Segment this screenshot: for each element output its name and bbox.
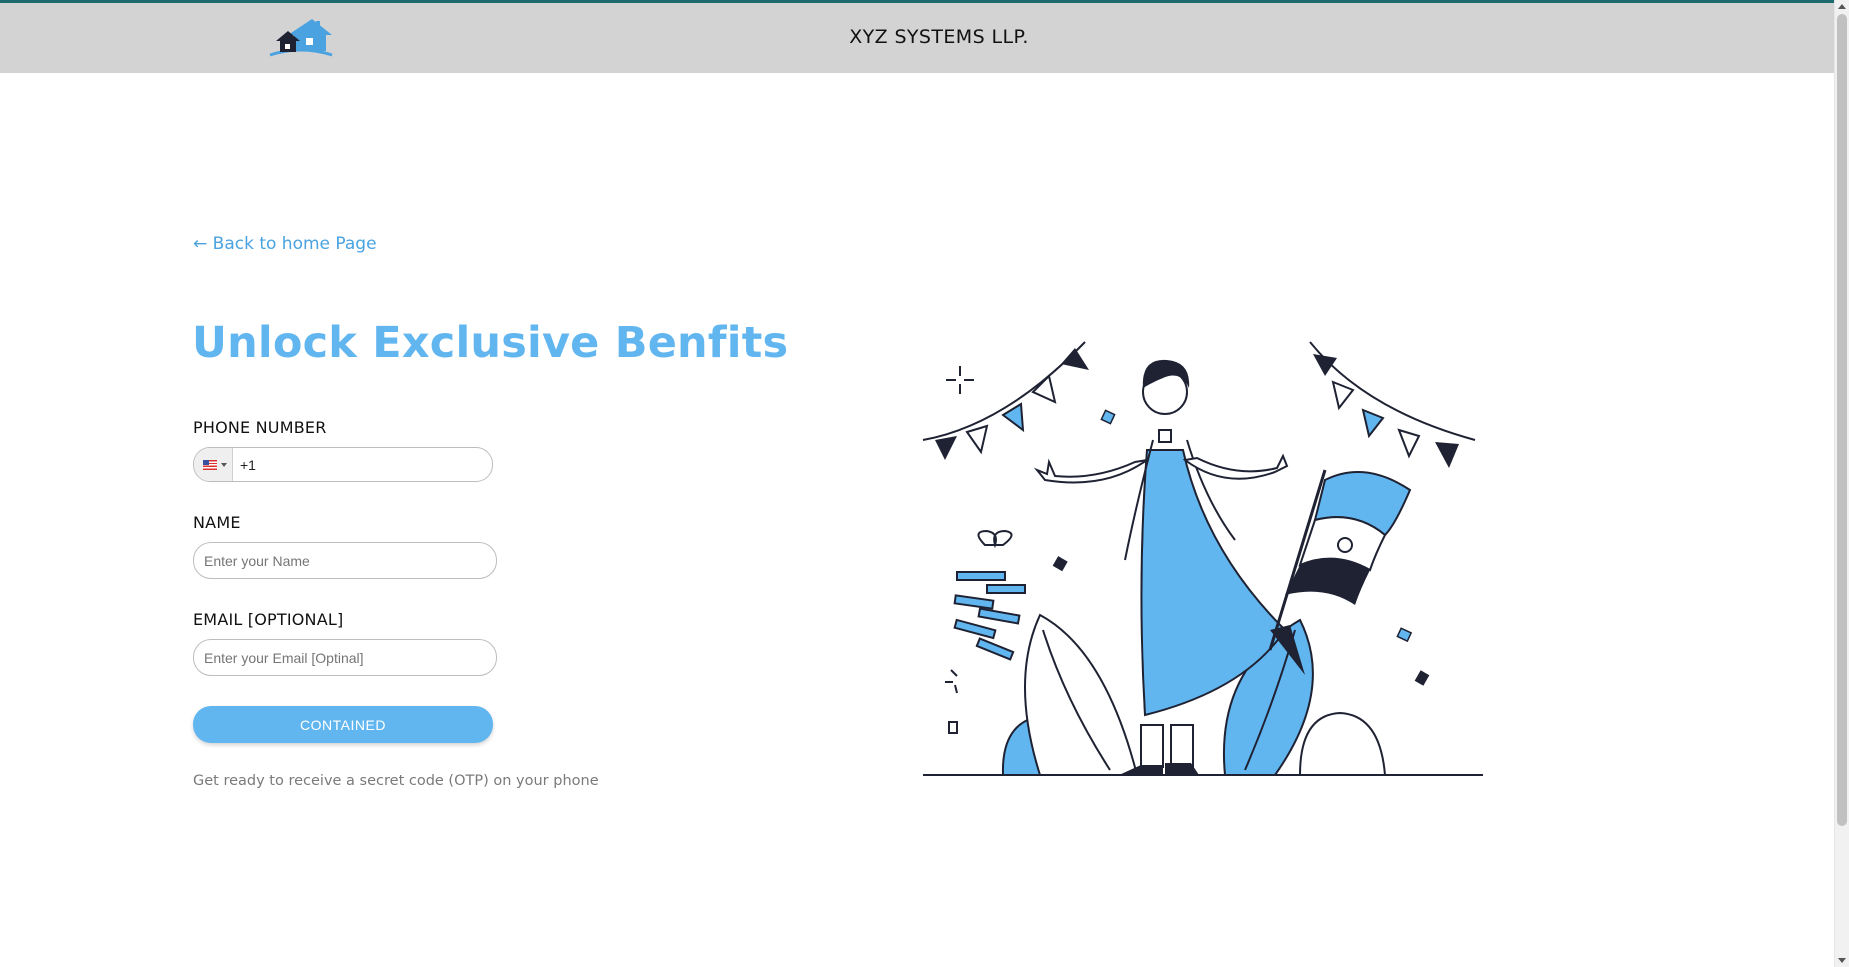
name-label: NAME: [193, 513, 241, 532]
back-link-label: Back to home Page: [212, 234, 377, 254]
scrollbar-thumb[interactable]: [1837, 14, 1847, 826]
phone-field: [193, 447, 493, 482]
vertical-scrollbar[interactable]: [1834, 0, 1849, 967]
email-label: EMAIL [OPTIONAL]: [193, 610, 344, 629]
phone-input[interactable]: [240, 448, 480, 481]
page-title: Unlock Exclusive Benfits: [192, 318, 789, 368]
us-flag-icon: [203, 460, 217, 470]
brand-name: XYZ SYSTEMS LLP.: [849, 26, 1029, 48]
arrow-left-icon: ←: [193, 234, 208, 254]
otp-hint: Get ready to receive a secret code (OTP)…: [193, 773, 599, 789]
phone-label: PHONE NUMBER: [193, 418, 327, 437]
scroll-down-arrow-icon[interactable]: [1838, 958, 1846, 963]
celebration-illustration: [922, 341, 1483, 776]
back-to-home-link[interactable]: ← Back to home Page: [193, 234, 377, 254]
name-input[interactable]: [193, 542, 497, 579]
email-input[interactable]: [193, 639, 497, 676]
submit-button[interactable]: CONTAINED: [193, 706, 493, 743]
scroll-up-arrow-icon[interactable]: [1838, 4, 1846, 9]
country-selector[interactable]: [194, 448, 233, 481]
site-header: XYZ SYSTEMS LLP.: [0, 3, 1835, 73]
caret-down-icon: [221, 463, 227, 467]
